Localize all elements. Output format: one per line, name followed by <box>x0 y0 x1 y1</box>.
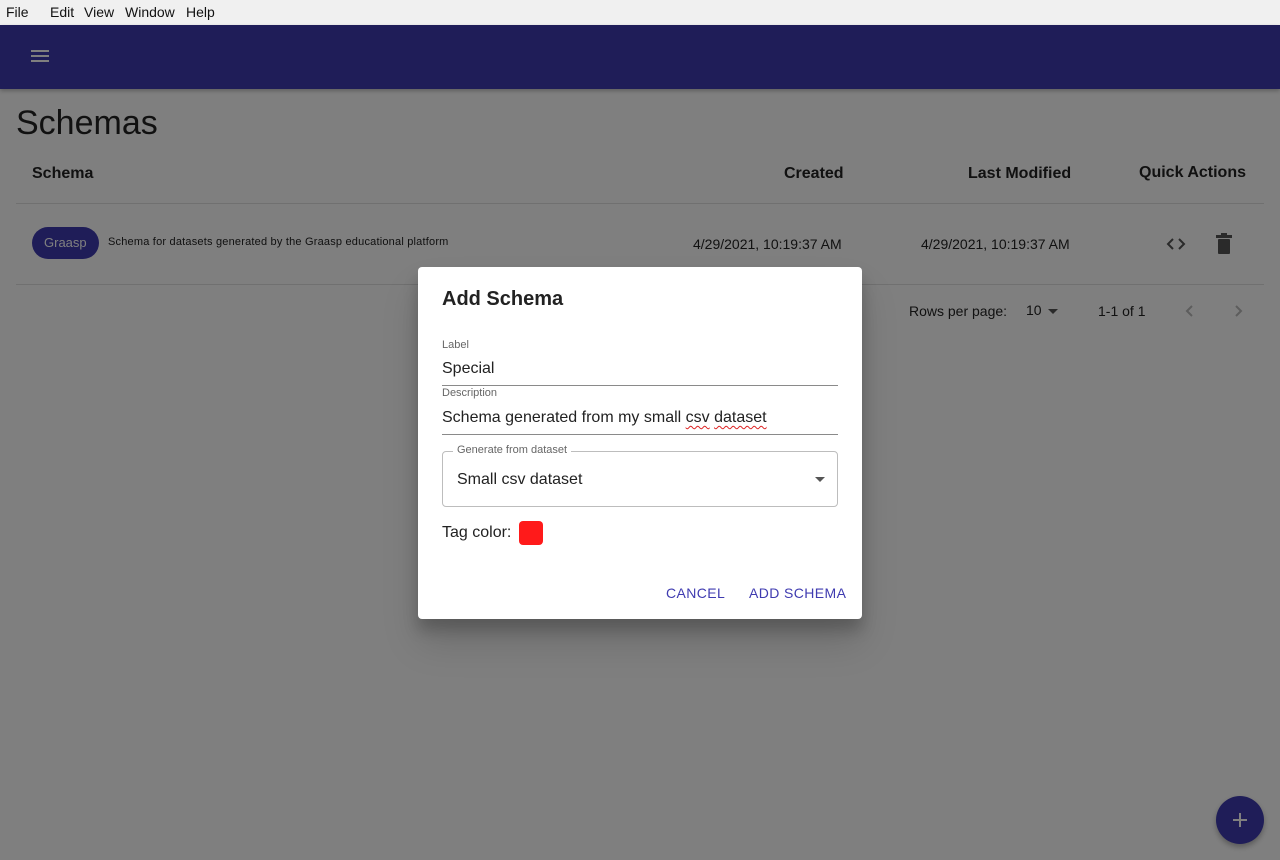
menu-help[interactable]: Help <box>186 4 215 20</box>
menu-edit[interactable]: Edit <box>50 4 74 20</box>
dataset-select-value: Small csv dataset <box>457 471 583 488</box>
add-schema-button[interactable]: ADD SCHEMA <box>749 585 846 601</box>
menu-file[interactable]: File <box>6 4 29 20</box>
dataset-select-label: Generate from dataset <box>453 444 572 456</box>
description-input-underline <box>442 434 838 435</box>
description-text-spellcheck: dataset <box>714 409 767 426</box>
tag-color-label: Tag color: <box>442 524 512 541</box>
description-text-spellcheck: csv <box>685 409 710 426</box>
add-schema-dialog: Add Schema Label Special Description Sch… <box>418 267 862 619</box>
dialog-title: Add Schema <box>442 288 564 310</box>
description-field-label: Description <box>442 387 498 399</box>
description-input[interactable]: Schema generated from my small csv datas… <box>442 409 838 427</box>
menu-window[interactable]: Window <box>125 4 175 20</box>
label-input-underline <box>442 385 838 386</box>
description-text: Schema generated from my small <box>442 409 686 426</box>
label-input[interactable]: Special <box>442 360 838 378</box>
label-field-label: Label <box>442 339 469 351</box>
menu-view[interactable]: View <box>84 4 114 20</box>
generate-from-dataset-select[interactable]: Generate from dataset Small csv dataset <box>442 444 838 507</box>
cancel-button[interactable]: CANCEL <box>666 585 725 601</box>
caret-down-icon <box>815 477 825 482</box>
tag-color-swatch[interactable] <box>519 521 543 545</box>
os-menubar: File Edit View Window Help <box>0 0 1280 25</box>
